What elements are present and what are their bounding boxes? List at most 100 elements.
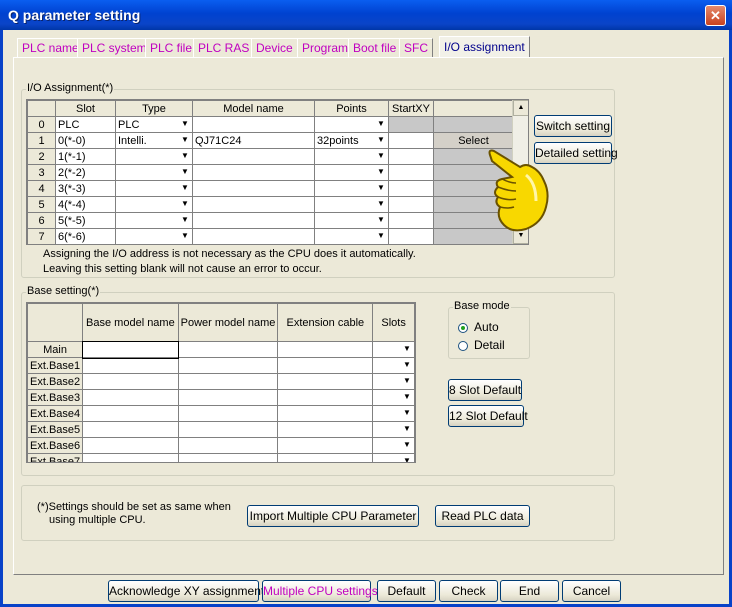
io-model-cell[interactable] bbox=[192, 148, 315, 165]
dropdown-arrow-icon[interactable]: ▼ bbox=[374, 182, 388, 196]
dropdown-arrow-icon[interactable]: ▼ bbox=[178, 214, 192, 228]
switch-setting-button[interactable]: Switch setting bbox=[534, 115, 612, 137]
tab-sfc[interactable]: SFC bbox=[399, 38, 433, 58]
dropdown-arrow-icon[interactable]: ▼ bbox=[374, 198, 388, 212]
dropdown-arrow-icon[interactable]: ▼ bbox=[374, 118, 388, 132]
tab-plc-ras[interactable]: PLC RAS bbox=[193, 38, 255, 58]
tab-boot-file[interactable]: Boot file bbox=[348, 38, 402, 58]
io-model-cell[interactable]: QJ71C24 bbox=[192, 132, 315, 149]
close-button[interactable]: ✕ bbox=[705, 5, 726, 26]
base-slots-cell[interactable]: ▼ bbox=[372, 373, 415, 390]
base-slots-cell[interactable]: ▼ bbox=[372, 341, 415, 358]
io-type-cell[interactable]: ▼ bbox=[115, 148, 193, 165]
io-startxy-cell[interactable] bbox=[388, 212, 434, 229]
tab-plc-system[interactable]: PLC system bbox=[77, 38, 152, 58]
title-bar[interactable]: Q parameter setting ✕ bbox=[0, 0, 732, 30]
base-model-cell[interactable] bbox=[82, 405, 179, 422]
dropdown-arrow-icon[interactable]: ▼ bbox=[374, 230, 388, 244]
multiple-cpu-settings-button[interactable]: Multiple CPU settings bbox=[262, 580, 378, 602]
dropdown-arrow-icon[interactable]: ▼ bbox=[178, 198, 192, 212]
base-model-cell[interactable] bbox=[82, 437, 179, 454]
base-model-cell[interactable] bbox=[82, 421, 179, 438]
base-cable-cell[interactable] bbox=[277, 357, 374, 374]
dropdown-arrow-icon[interactable]: ▼ bbox=[178, 118, 192, 132]
base-model-cell[interactable] bbox=[82, 389, 179, 406]
base-power-cell[interactable] bbox=[177, 421, 279, 438]
dropdown-arrow-icon[interactable]: ▼ bbox=[178, 230, 192, 244]
io-startxy-cell[interactable] bbox=[388, 164, 434, 181]
io-model-cell[interactable] bbox=[192, 212, 315, 229]
dropdown-arrow-icon[interactable]: ▼ bbox=[178, 166, 192, 180]
base-power-cell[interactable] bbox=[177, 437, 279, 454]
io-type-cell[interactable]: ▼ bbox=[115, 180, 193, 197]
twelve-slot-default-button[interactable]: 12 Slot Default bbox=[448, 405, 528, 427]
io-type-cell[interactable]: ▼ bbox=[115, 228, 193, 244]
base-slots-cell[interactable]: ▼ bbox=[372, 437, 415, 454]
io-points-cell[interactable]: ▼ bbox=[314, 228, 389, 244]
base-cable-cell[interactable] bbox=[277, 341, 374, 358]
io-type-cell[interactable]: ▼ bbox=[115, 164, 193, 181]
end-button[interactable]: End bbox=[500, 580, 559, 602]
default-button[interactable]: Default bbox=[377, 580, 436, 602]
base-model-cell[interactable] bbox=[82, 453, 179, 462]
io-select-cell[interactable] bbox=[433, 116, 514, 133]
dropdown-arrow-icon[interactable]: ▼ bbox=[178, 150, 192, 164]
dropdown-arrow-icon[interactable]: ▼ bbox=[374, 150, 388, 164]
base-power-cell[interactable] bbox=[177, 373, 279, 390]
base-slots-cell[interactable]: ▼ bbox=[372, 357, 415, 374]
io-points-cell[interactable]: 32points ▼ bbox=[314, 132, 389, 149]
io-type-cell[interactable]: ▼ bbox=[115, 196, 193, 213]
dropdown-arrow-icon[interactable]: ▼ bbox=[400, 439, 414, 453]
io-type-cell[interactable]: Intelli. ▼ bbox=[115, 132, 193, 149]
read-plc-data-button[interactable]: Read PLC data bbox=[435, 505, 530, 527]
base-power-cell[interactable] bbox=[177, 389, 279, 406]
eight-slot-default-button[interactable]: 8 Slot Default bbox=[448, 379, 522, 401]
io-startxy-cell[interactable] bbox=[388, 116, 434, 133]
base-cable-cell[interactable] bbox=[277, 453, 374, 462]
io-points-cell[interactable]: ▼ bbox=[314, 148, 389, 165]
io-startxy-cell[interactable] bbox=[388, 148, 434, 165]
tab-device[interactable]: Device bbox=[251, 38, 298, 58]
base-power-cell[interactable] bbox=[177, 453, 279, 462]
cancel-button[interactable]: Cancel bbox=[562, 580, 621, 602]
tab-io-assignment[interactable]: I/O assignment bbox=[439, 36, 530, 58]
io-model-cell[interactable] bbox=[192, 164, 315, 181]
base-mode-detail-radio[interactable]: Detail bbox=[458, 338, 505, 352]
check-button[interactable]: Check bbox=[439, 580, 498, 602]
dropdown-arrow-icon[interactable]: ▼ bbox=[400, 423, 414, 437]
dropdown-arrow-icon[interactable]: ▼ bbox=[374, 214, 388, 228]
dropdown-arrow-icon[interactable]: ▼ bbox=[400, 391, 414, 405]
io-startxy-cell[interactable] bbox=[388, 228, 434, 244]
base-slots-cell[interactable]: ▼ bbox=[372, 421, 415, 438]
io-points-cell[interactable]: ▼ bbox=[314, 212, 389, 229]
base-slots-cell[interactable]: ▼ bbox=[372, 405, 415, 422]
base-power-cell[interactable] bbox=[177, 405, 279, 422]
dropdown-arrow-icon[interactable]: ▼ bbox=[400, 375, 414, 389]
base-cable-cell[interactable] bbox=[277, 389, 374, 406]
base-cable-cell[interactable] bbox=[277, 421, 374, 438]
dropdown-arrow-icon[interactable]: ▼ bbox=[178, 134, 192, 148]
io-startxy-cell[interactable] bbox=[388, 196, 434, 213]
base-mode-auto-radio[interactable]: Auto bbox=[458, 320, 499, 334]
dropdown-arrow-icon[interactable]: ▼ bbox=[400, 407, 414, 421]
base-cable-cell[interactable] bbox=[277, 373, 374, 390]
import-multiple-cpu-button[interactable]: Import Multiple CPU Parameter bbox=[247, 505, 419, 527]
base-power-cell[interactable] bbox=[177, 357, 279, 374]
dropdown-arrow-icon[interactable]: ▼ bbox=[400, 455, 414, 462]
scroll-up-icon[interactable]: ▲ bbox=[513, 100, 528, 116]
tab-plc-name[interactable]: PLC name bbox=[17, 38, 84, 58]
tab-program[interactable]: Program bbox=[297, 38, 354, 58]
io-points-cell[interactable]: ▼ bbox=[314, 116, 389, 133]
dropdown-arrow-icon[interactable]: ▼ bbox=[374, 166, 388, 180]
base-cable-cell[interactable] bbox=[277, 437, 374, 454]
io-model-cell[interactable] bbox=[192, 180, 315, 197]
io-model-cell[interactable] bbox=[192, 196, 315, 213]
dropdown-arrow-icon[interactable]: ▼ bbox=[374, 134, 388, 148]
io-startxy-cell[interactable] bbox=[388, 180, 434, 197]
io-type-cell[interactable]: ▼ bbox=[115, 212, 193, 229]
base-power-cell[interactable] bbox=[177, 341, 279, 358]
acknowledge-xy-button[interactable]: Acknowledge XY assignment bbox=[108, 580, 264, 602]
io-startxy-cell[interactable] bbox=[388, 132, 434, 149]
tab-plc-file[interactable]: PLC file bbox=[145, 38, 198, 58]
io-type-cell[interactable]: PLC ▼ bbox=[115, 116, 193, 133]
